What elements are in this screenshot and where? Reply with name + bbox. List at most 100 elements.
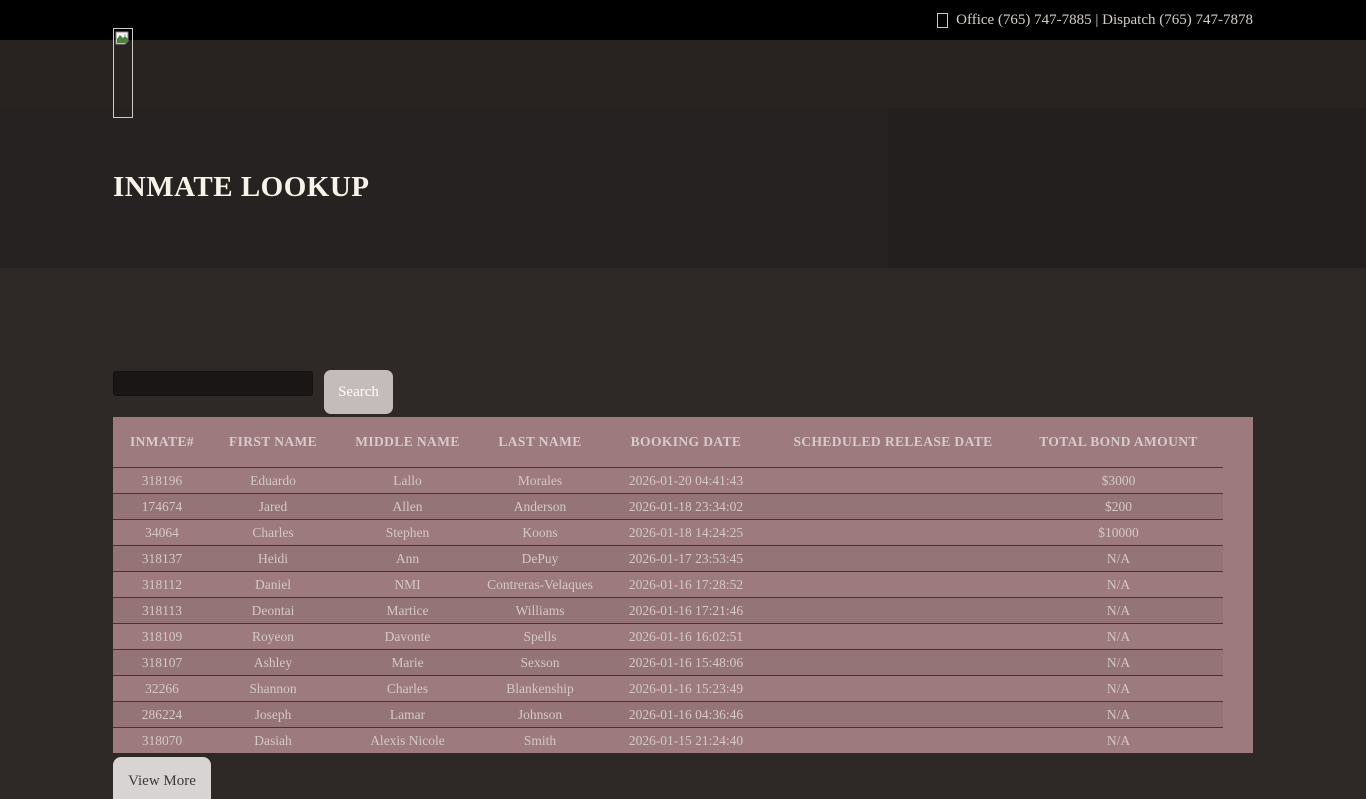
table-row[interactable]: 318112DanielNMIContreras-Velaques2026-01… [113, 572, 1223, 598]
column-header: LAST NAME [480, 417, 600, 468]
table-cell [772, 468, 1014, 494]
table-cell: N/A [1014, 624, 1223, 650]
table-cell: Contreras-Velaques [480, 572, 600, 598]
table-row[interactable]: 174674JaredAllenAnderson2026-01-18 23:34… [113, 494, 1223, 520]
table-cell: Ann [335, 546, 480, 572]
table-cell: N/A [1014, 572, 1223, 598]
table-cell: 2026-01-20 04:41:43 [600, 468, 772, 494]
table-cell: 2026-01-18 14:24:25 [600, 520, 772, 546]
table-cell: 2026-01-16 16:02:51 [600, 624, 772, 650]
broken-image-icon [115, 31, 129, 46]
table-cell: 2026-01-18 23:34:02 [600, 494, 772, 520]
table-cell [772, 572, 1014, 598]
table-row[interactable]: 286224JosephLamarJohnson2026-01-16 04:36… [113, 702, 1223, 728]
table-cell: Ashley [211, 650, 335, 676]
column-header: INMATE# [113, 417, 211, 468]
table-cell: 318113 [113, 598, 211, 624]
table-cell: 318070 [113, 728, 211, 754]
table-cell: N/A [1014, 702, 1223, 728]
table-cell: 318137 [113, 546, 211, 572]
table-cell: 2026-01-16 04:36:46 [600, 702, 772, 728]
table-cell: Martice [335, 598, 480, 624]
table-cell: 2026-01-16 17:28:52 [600, 572, 772, 598]
table-cell: N/A [1014, 650, 1223, 676]
search-button[interactable]: Search [324, 370, 393, 414]
table-cell: Sexson [480, 650, 600, 676]
phone-icon [937, 13, 948, 28]
table-cell: Lamar [335, 702, 480, 728]
table-cell: Spells [480, 624, 600, 650]
table-row[interactable]: 318196EduardoLalloMorales2026-01-20 04:4… [113, 468, 1223, 494]
table-cell: N/A [1014, 676, 1223, 702]
table-cell: 174674 [113, 494, 211, 520]
topbar-contact: Office (765) 747-7885 | Dispatch (765) 7… [113, 0, 1253, 40]
table-cell: NMI [335, 572, 480, 598]
table-cell: Lallo [335, 468, 480, 494]
table-cell [772, 494, 1014, 520]
table-row[interactable]: 318107AshleyMarieSexson2026-01-16 15:48:… [113, 650, 1223, 676]
table-row[interactable]: 318070DasiahAlexis NicoleSmith2026-01-15… [113, 728, 1223, 754]
table-cell: Blankenship [480, 676, 600, 702]
table-row[interactable]: 34064CharlesStephenKoons2026-01-18 14:24… [113, 520, 1223, 546]
table-cell: Alexis Nicole [335, 728, 480, 754]
table-cell: Johnson [480, 702, 600, 728]
table-cell: 318107 [113, 650, 211, 676]
topbar: Office (765) 747-7885 | Dispatch (765) 7… [0, 0, 1366, 40]
table-cell: 2026-01-16 17:21:46 [600, 598, 772, 624]
table-row[interactable]: 318113DeontaiMarticeWilliams2026-01-16 1… [113, 598, 1223, 624]
table-cell: N/A [1014, 728, 1223, 754]
table-cell: Davonte [335, 624, 480, 650]
header-band [0, 40, 1366, 108]
table-cell: 286224 [113, 702, 211, 728]
table-cell [772, 624, 1014, 650]
table-cell: Anderson [480, 494, 600, 520]
table-cell: Charles [211, 520, 335, 546]
table-cell: Charles [335, 676, 480, 702]
view-more-button[interactable]: View More [113, 757, 211, 799]
table-cell: DePuy [480, 546, 600, 572]
table-cell: Eduardo [211, 468, 335, 494]
table-cell: 318109 [113, 624, 211, 650]
table-cell: 34064 [113, 520, 211, 546]
table-cell: Daniel [211, 572, 335, 598]
search-input[interactable] [113, 371, 313, 396]
table-row[interactable]: 318109RoyeonDavonteSpells2026-01-16 16:0… [113, 624, 1223, 650]
table-cell: Morales [480, 468, 600, 494]
table-cell: 318112 [113, 572, 211, 598]
table-cell: 2026-01-16 15:23:49 [600, 676, 772, 702]
inmate-table-head: INMATE#FIRST NAMEMIDDLE NAMELAST NAMEBOO… [113, 417, 1223, 468]
table-cell: Dasiah [211, 728, 335, 754]
table-cell: 2026-01-16 15:48:06 [600, 650, 772, 676]
page-title: INMATE LOOKUP [113, 171, 370, 204]
table-row[interactable]: 32266ShannonCharlesBlankenship2026-01-16… [113, 676, 1223, 702]
table-row[interactable]: 318137HeidiAnnDePuy2026-01-17 23:53:45 N/… [113, 546, 1223, 572]
table-cell: $200 [1014, 494, 1223, 520]
table-cell: $10000 [1014, 520, 1223, 546]
table-cell [772, 676, 1014, 702]
table-cell: 2026-01-17 23:53:45 [600, 546, 772, 572]
table-cell: Shannon [211, 676, 335, 702]
column-header: FIRST NAME [211, 417, 335, 468]
table-cell [772, 728, 1014, 754]
header-row: INMATE#FIRST NAMEMIDDLE NAMELAST NAMEBOO… [113, 417, 1223, 468]
table-cell: 2026-01-15 21:24:40 [600, 728, 772, 754]
table-cell: Heidi [211, 546, 335, 572]
table-cell: 318196 [113, 468, 211, 494]
table-cell: Allen [335, 494, 480, 520]
table-cell: 32266 [113, 676, 211, 702]
table-cell [772, 598, 1014, 624]
table-cell: Koons [480, 520, 600, 546]
table-cell [772, 546, 1014, 572]
column-header: SCHEDULED RELEASE DATE [772, 417, 1014, 468]
table-cell: Jared [211, 494, 335, 520]
table-cell [772, 520, 1014, 546]
inmate-table: INMATE#FIRST NAMEMIDDLE NAMELAST NAMEBOO… [113, 417, 1223, 753]
table-cell: Stephen [335, 520, 480, 546]
table-cell: Williams [480, 598, 600, 624]
column-header: BOOKING DATE [600, 417, 772, 468]
contact-text: Office (765) 747-7885 | Dispatch (765) 7… [956, 12, 1253, 29]
table-cell: N/A [1014, 598, 1223, 624]
table-cell: Deontai [211, 598, 335, 624]
site-logo-broken-image[interactable] [113, 28, 133, 118]
table-cell: N/A [1014, 546, 1223, 572]
